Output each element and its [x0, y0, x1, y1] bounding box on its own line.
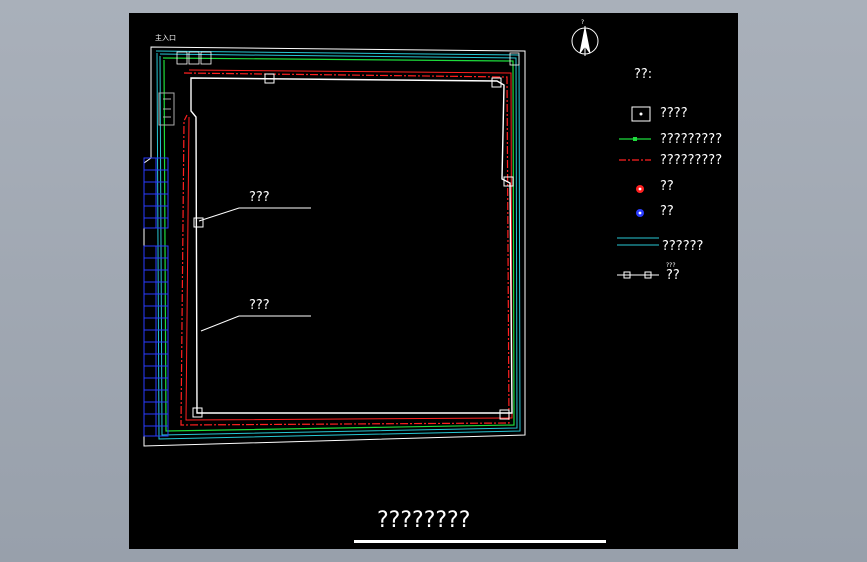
guard-house: [158, 92, 175, 126]
red-pipe-line: [185, 69, 513, 421]
box-symbol-icon: [631, 106, 651, 122]
site-boundary: [143, 46, 526, 447]
cyan-line-outer: [155, 50, 521, 440]
title-underline: [354, 540, 606, 543]
marker: [193, 217, 204, 228]
legend-label-5: ??????: [662, 239, 703, 254]
legend-label-4: ??: [660, 204, 674, 219]
building-outline: [190, 77, 513, 414]
parking-grid-lower: [143, 245, 169, 437]
blue-circle-icon: [636, 209, 644, 217]
green-line-icon: [619, 137, 651, 141]
green-pipe-line: [162, 57, 515, 432]
site-plan-drawing: 主入口 ??? ??? ? ??: ???? ????????? ???????…: [143, 19, 722, 543]
entrance-label: 主入口: [155, 33, 176, 42]
legend-label-2: ?????????: [660, 153, 722, 168]
cad-viewport: 主入口 ??? ??? ? ??: ???? ????????? ???????…: [0, 0, 867, 562]
drawing-title: ????????: [377, 508, 470, 533]
fence-line-icon: [617, 271, 659, 279]
legend-heading: ??:: [634, 67, 652, 82]
drawing-canvas[interactable]: 主入口 ??? ??? ? ??: ???? ????????? ???????…: [129, 13, 738, 549]
legend-label-1: ?????????: [660, 132, 722, 147]
north-arrow-icon: [571, 26, 599, 56]
red-circle-icon: [636, 185, 644, 193]
red-dashdot-line: [180, 72, 510, 426]
callout-label-1: ???: [249, 190, 270, 205]
legend-label-3: ??: [660, 179, 674, 194]
callout-label-2: ???: [249, 298, 270, 313]
north-label: ?: [581, 19, 584, 26]
cyan-line-inner: [159, 53, 518, 436]
markers: [192, 73, 514, 420]
legend-label-0: ????: [660, 106, 688, 121]
legend-label-6: ??: [666, 268, 680, 283]
cyan-double-line-icon: [617, 237, 659, 246]
